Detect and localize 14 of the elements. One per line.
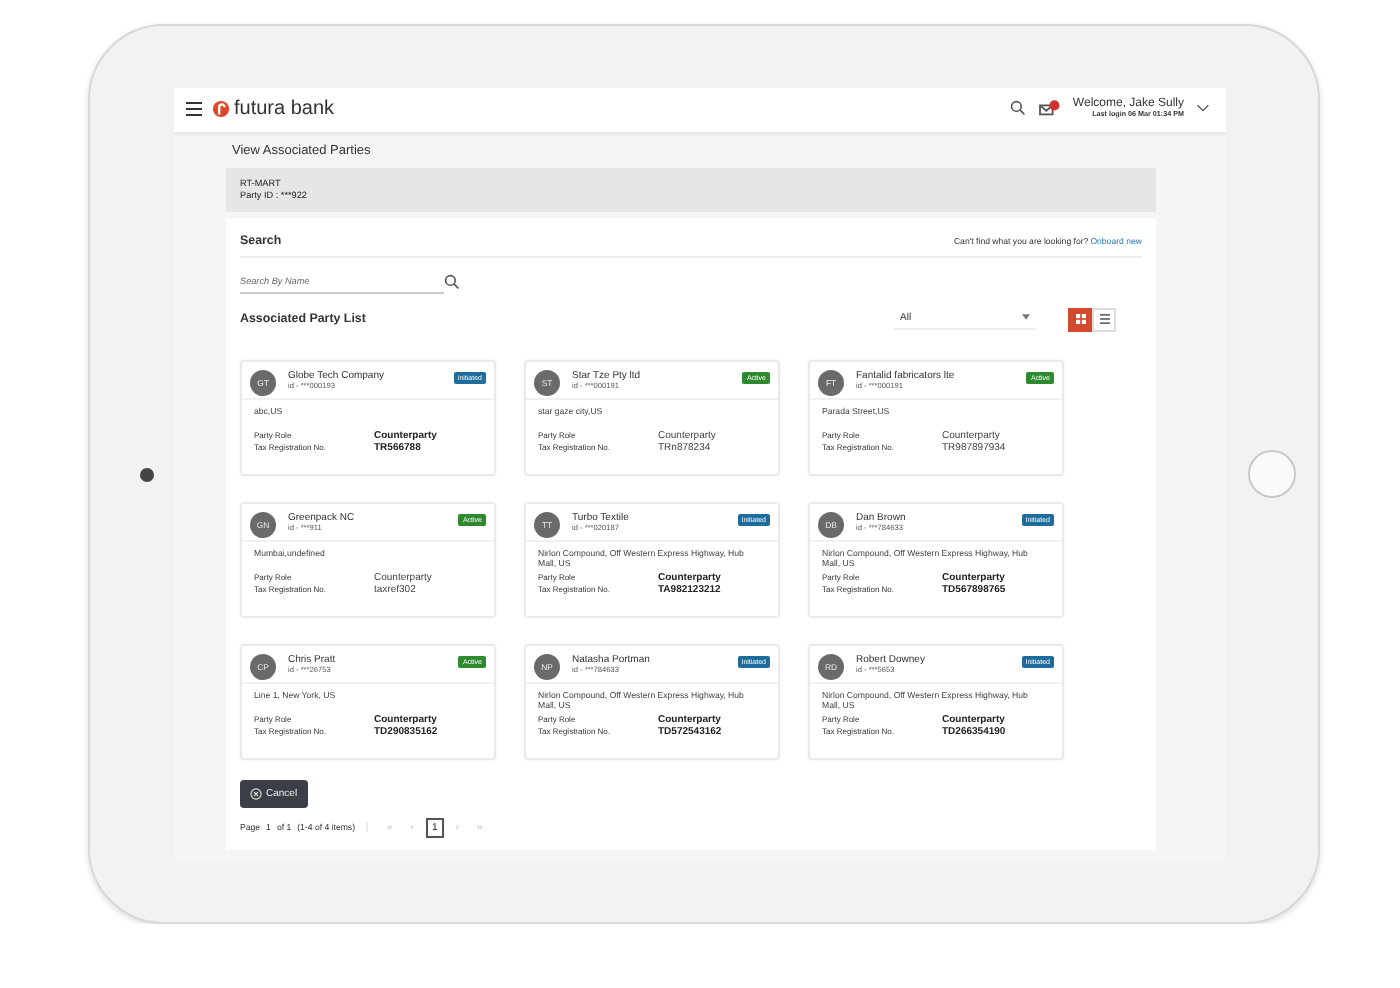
grid-icon	[1075, 314, 1085, 324]
cancel-icon	[250, 787, 262, 799]
menu-icon[interactable]	[186, 102, 202, 116]
list-view-button[interactable]	[1092, 307, 1116, 331]
camera-icon	[140, 467, 154, 481]
search-icon[interactable]	[1010, 100, 1027, 117]
chevron-icon[interactable]	[1196, 104, 1210, 113]
list-icon	[1099, 314, 1109, 324]
logo-icon	[212, 100, 230, 118]
search-icon[interactable]	[444, 273, 460, 289]
grid-view-button[interactable]	[1068, 307, 1092, 331]
caret-icon	[1022, 312, 1030, 324]
mail-icon[interactable]	[1038, 99, 1061, 118]
logo-text: futura bank	[234, 98, 335, 120]
